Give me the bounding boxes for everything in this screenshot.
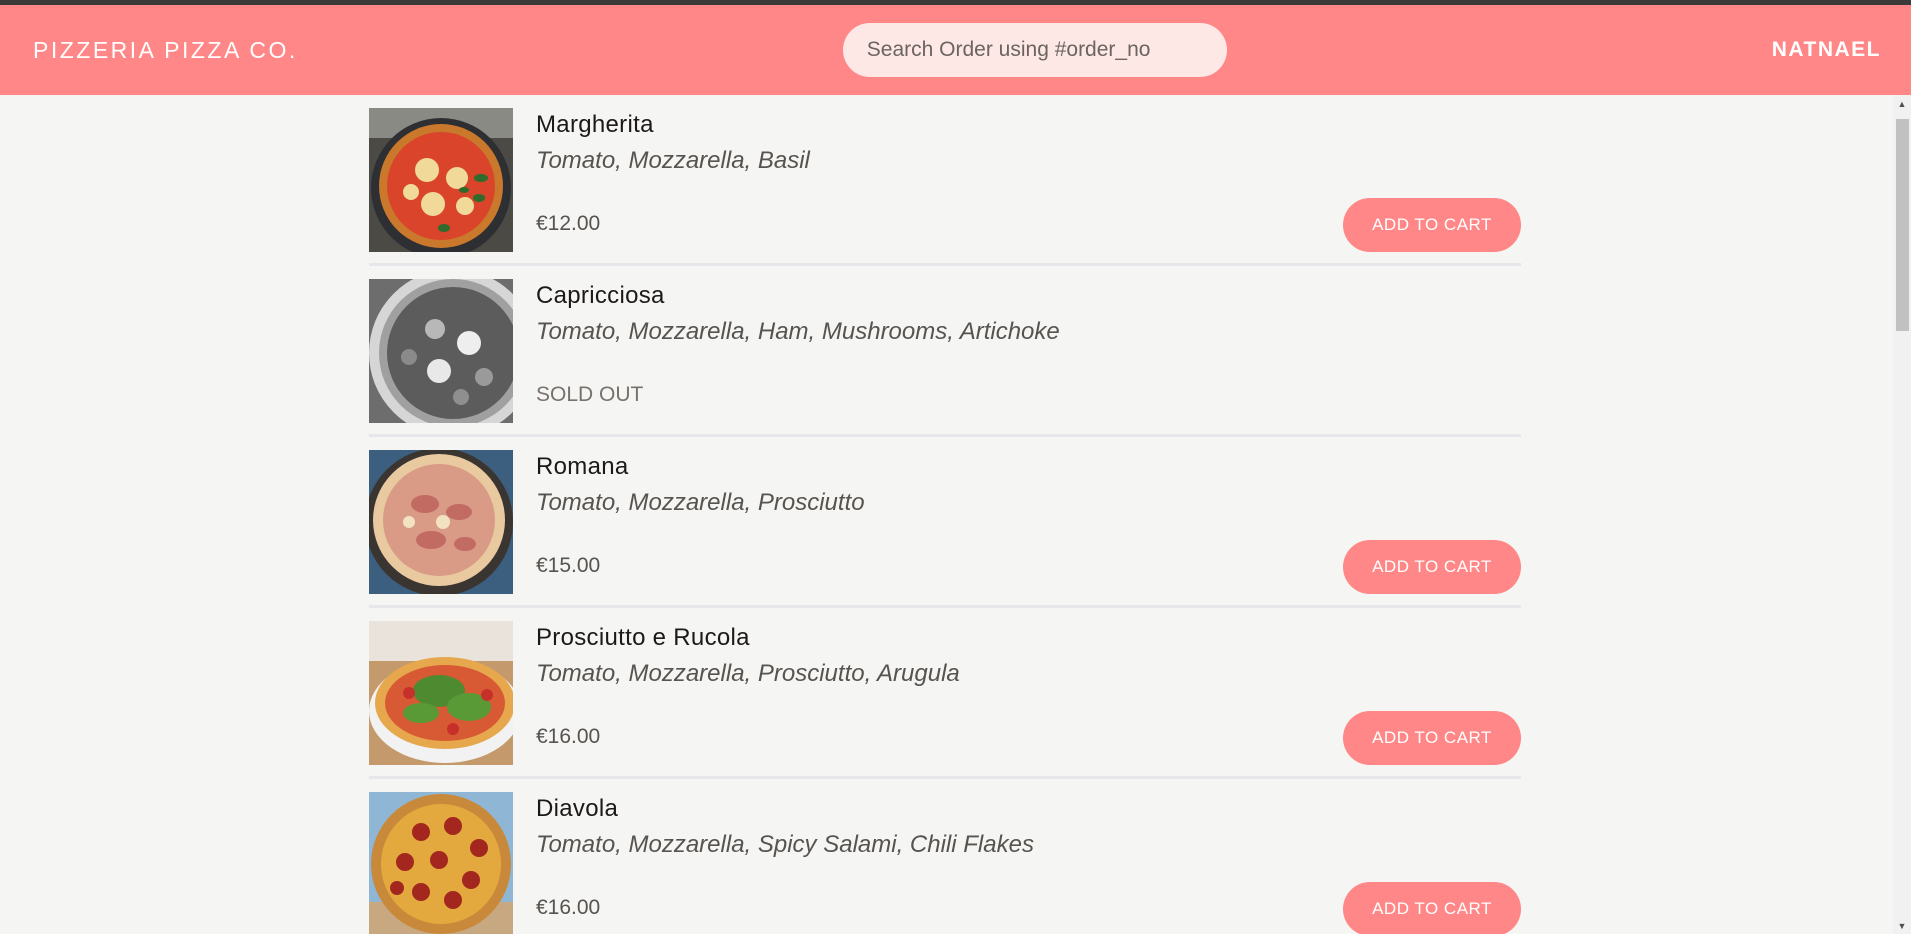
scrollbar-thumb[interactable] [1896,119,1909,331]
pizza-name: Margherita [536,111,654,138]
pizza-price: €12.00 [536,212,601,235]
pizza-image-capricciosa [369,279,513,423]
capricciosa-photo-grayscale [369,279,513,423]
add-to-cart-button[interactable]: ADD TO CART [1343,198,1521,252]
add-to-cart-button[interactable]: ADD TO CART [1343,711,1521,765]
pizza-image-margherita [369,108,513,252]
pizza-image-diavola [369,792,513,934]
menu-item-capricciosa: Capricciosa Tomato, Mozzarella, Ham, Mus… [369,266,1521,437]
menu-item-prosciutto-e-rucola: Prosciutto e Rucola Tomato, Mozzarella, … [369,608,1521,779]
pizza-ingredients: Tomato, Mozzarella, Ham, Mushrooms, Arti… [536,318,1060,345]
brand-logo-link[interactable]: PIZZERIA PIZZA CO. [33,37,298,64]
pizza-ingredients: Tomato, Mozzarella, Spicy Salami, Chili … [536,831,1034,858]
sold-out-label: SOLD OUT [536,383,644,406]
romana-photo [369,450,513,594]
pizza-price: €16.00 [536,896,601,919]
prosciutto-e-rucola-photo [369,621,513,765]
pizza-name: Prosciutto e Rucola [536,624,750,651]
add-to-cart-button[interactable]: ADD TO CART [1343,882,1521,934]
pizza-ingredients: Tomato, Mozzarella, Basil [536,147,810,174]
pizza-ingredients: Tomato, Mozzarella, Prosciutto [536,489,865,516]
pizza-name: Diavola [536,795,619,822]
menu-item-romana: Romana Tomato, Mozzarella, Prosciutto €1… [369,437,1521,608]
scroll-down-arrow-icon[interactable]: ▼ [1893,917,1911,934]
menu-list: Margherita Tomato, Mozzarella, Basil €12… [369,95,1521,934]
pizza-price: €15.00 [536,554,601,577]
username-label: NATNAEL [1771,38,1881,61]
pizza-image-prosciutto-e-rucola [369,621,513,765]
pizza-ingredients: Tomato, Mozzarella, Prosciutto, Arugula [536,660,960,687]
order-search-input[interactable] [842,23,1227,77]
app-header: PIZZERIA PIZZA CO. NATNAEL [0,5,1911,95]
pizza-price: €16.00 [536,725,601,748]
pizza-name: Romana [536,453,629,480]
scroll-up-arrow-icon[interactable]: ▲ [1893,95,1911,112]
margherita-photo [369,108,513,252]
page-scrollbar[interactable]: ▲ ▼ [1893,95,1911,934]
pizza-image-romana [369,450,513,594]
diavola-photo [369,792,513,934]
pizza-name: Capricciosa [536,282,665,309]
menu-item-margherita: Margherita Tomato, Mozzarella, Basil €12… [369,95,1521,266]
add-to-cart-button[interactable]: ADD TO CART [1343,540,1521,594]
menu-item-diavola: Diavola Tomato, Mozzarella, Spicy Salami… [369,779,1521,934]
